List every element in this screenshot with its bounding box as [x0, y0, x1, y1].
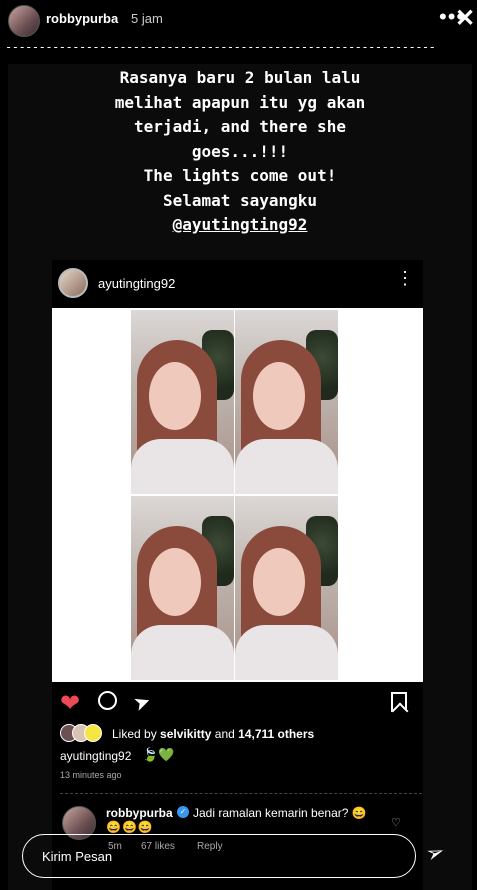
liked-by-and: and — [214, 727, 235, 741]
collage-tile — [131, 496, 234, 680]
story-header: robbypurba 5 jam ••• ✕ — [0, 0, 477, 40]
close-icon[interactable]: ✕ — [455, 7, 475, 31]
post-author-username[interactable]: ayutingting92 — [98, 276, 175, 291]
collage-tile — [235, 310, 338, 494]
comment-divider — [60, 793, 422, 794]
story-username[interactable]: robbypurba — [46, 11, 118, 26]
story-time: 5 jam — [131, 11, 163, 26]
post-author-avatar[interactable] — [58, 268, 88, 298]
profile-avatar[interactable] — [8, 5, 40, 37]
comment-text: Jadi ramalan kemarin benar? 😄 — [193, 806, 367, 820]
caption-line: Rasanya baru 2 bulan lalu — [119, 68, 361, 87]
caption-mention-link[interactable]: @ayutingting92 — [8, 213, 472, 238]
comment-emoji-line: 😄😄😄 — [106, 820, 154, 834]
collage-tile — [131, 310, 234, 494]
liker-avatars[interactable] — [60, 724, 108, 742]
caption-line: melihat apapun itu yg akan — [114, 92, 366, 112]
more-vertical-icon[interactable]: ⋮ — [396, 269, 414, 287]
caption-line: goes...!!! — [191, 141, 289, 161]
caption-line: terjadi, and there she — [134, 117, 346, 136]
story-caption: Rasanya baru 2 bulan lalu melihat apapun… — [8, 66, 472, 238]
liked-by-label: Liked by — [112, 727, 157, 741]
verified-badge-icon: ✓ — [177, 806, 189, 818]
liked-by-count[interactable]: 14,711 others — [238, 727, 314, 741]
post-caption-user[interactable]: ayutingting92 — [60, 749, 131, 763]
heart-filled-icon[interactable]: ❤ — [60, 692, 80, 716]
bookmark-icon[interactable] — [391, 692, 407, 712]
comment-username[interactable]: robbypurba — [106, 806, 173, 820]
collage-tile — [235, 496, 338, 680]
photo-collage — [131, 310, 339, 680]
post-caption-emoji: 🍃💚 — [142, 747, 175, 762]
comment-icon[interactable] — [98, 691, 117, 710]
comment-like-icon[interactable]: ♡ — [391, 816, 401, 829]
likes-summary[interactable]: Liked by selvikitty and 14,711 others — [112, 727, 314, 741]
post-timestamp: 13 minutes ago — [60, 770, 122, 780]
liked-by-user[interactable]: selvikitty — [160, 727, 211, 741]
story-progress-bar: ----------------------------------------… — [5, 40, 436, 54]
caption-line: Selamat sayangku — [162, 190, 318, 210]
message-placeholder[interactable]: Kirim Pesan — [42, 849, 112, 864]
caption-line: The lights come out! — [143, 166, 337, 185]
